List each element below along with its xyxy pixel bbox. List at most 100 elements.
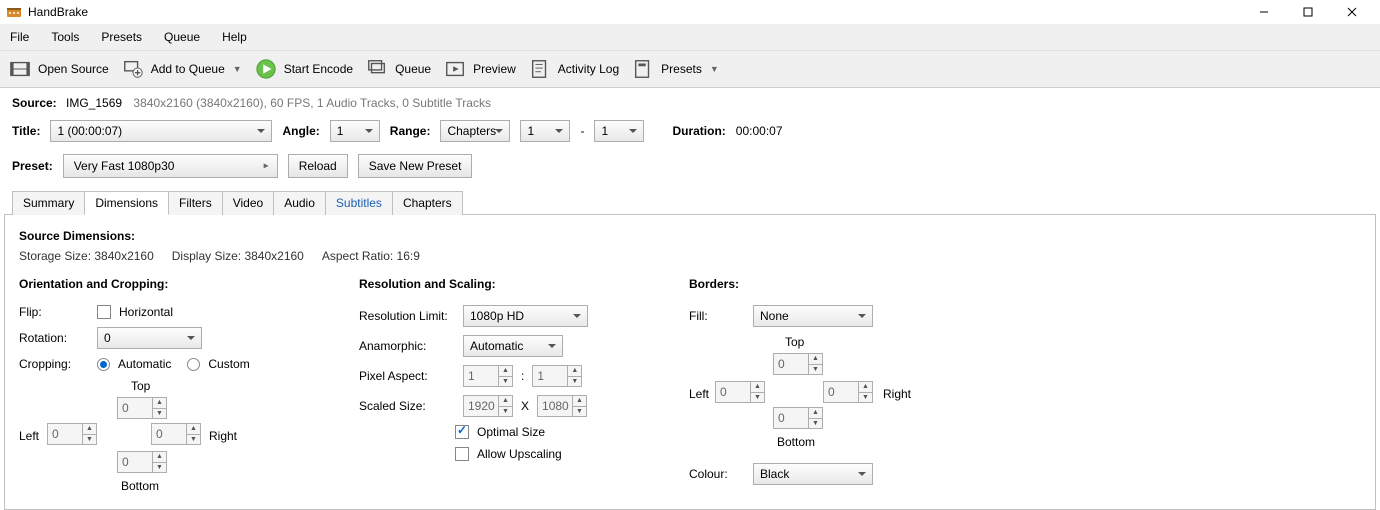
- crop-bottom-input[interactable]: 0▲▼: [117, 451, 167, 473]
- menu-tools[interactable]: Tools: [47, 28, 83, 46]
- border-right-input[interactable]: 0▲▼: [823, 381, 873, 403]
- scaled-sep: X: [521, 399, 529, 413]
- cropping-auto-radio[interactable]: [97, 358, 110, 371]
- preset-select[interactable]: Very Fast 1080p30▸: [63, 154, 278, 178]
- menu-presets[interactable]: Presets: [97, 28, 146, 46]
- angle-select[interactable]: 1: [330, 120, 380, 142]
- flip-checkbox[interactable]: [97, 305, 111, 319]
- source-label: Source:: [12, 96, 57, 110]
- range-from-select[interactable]: 1: [520, 120, 570, 142]
- cropping-custom-label: Custom: [208, 357, 249, 371]
- queue-label: Queue: [395, 62, 431, 76]
- border-left-label: Left: [689, 387, 709, 401]
- presets-icon: [631, 57, 655, 81]
- flip-label: Flip:: [19, 305, 89, 319]
- log-icon: [528, 57, 552, 81]
- fill-label: Fill:: [689, 309, 745, 323]
- preview-icon: [443, 57, 467, 81]
- colour-select[interactable]: Black: [753, 463, 873, 485]
- fill-select[interactable]: None: [753, 305, 873, 327]
- tab-subtitles[interactable]: Subtitles: [325, 191, 393, 215]
- start-encode-label: Start Encode: [284, 62, 353, 76]
- border-bottom-label: Bottom: [777, 435, 815, 449]
- toolbar: Open Source Add to Queue ▼ Start Encode …: [0, 51, 1380, 88]
- add-to-queue-button[interactable]: Add to Queue ▼: [121, 57, 242, 81]
- menu-queue[interactable]: Queue: [160, 28, 204, 46]
- add-queue-icon: [121, 57, 145, 81]
- border-left-input[interactable]: 0▲▼: [715, 381, 765, 403]
- cropping-auto-label: Automatic: [118, 357, 171, 371]
- open-source-button[interactable]: Open Source: [8, 57, 109, 81]
- pixel-aspect-label: Pixel Aspect:: [359, 369, 455, 383]
- rotation-label: Rotation:: [19, 331, 89, 345]
- pixel-aspect-x-input[interactable]: 1▲▼: [463, 365, 513, 387]
- presets-button[interactable]: Presets ▼: [631, 57, 719, 81]
- range-to-select[interactable]: 1: [594, 120, 644, 142]
- title-select[interactable]: 1 (00:00:07): [50, 120, 272, 142]
- display-size: Display Size: 3840x2160: [172, 249, 304, 263]
- range-mode-select[interactable]: Chapters: [440, 120, 510, 142]
- queue-icon: [365, 57, 389, 81]
- allow-upscaling-label: Allow Upscaling: [477, 447, 562, 461]
- queue-button[interactable]: Queue: [365, 57, 431, 81]
- orientation-header: Orientation and Cropping:: [19, 277, 279, 291]
- dimensions-panel: Source Dimensions: Storage Size: 3840x21…: [4, 214, 1376, 510]
- film-icon: [8, 57, 32, 81]
- preview-button[interactable]: Preview: [443, 57, 516, 81]
- scaled-height-input[interactable]: 1080▲▼: [537, 395, 587, 417]
- menu-file[interactable]: File: [6, 28, 33, 46]
- cropping-custom-radio[interactable]: [187, 358, 200, 371]
- maximize-button[interactable]: [1286, 1, 1330, 23]
- tab-audio[interactable]: Audio: [273, 191, 326, 215]
- cropping-label: Cropping:: [19, 357, 89, 371]
- tab-chapters[interactable]: Chapters: [392, 191, 463, 215]
- tab-strip: Summary Dimensions Filters Video Audio S…: [0, 190, 1380, 214]
- crop-top-label: Top: [131, 379, 150, 393]
- border-top-input[interactable]: 0▲▼: [773, 353, 823, 375]
- app-title: HandBrake: [28, 5, 1242, 19]
- play-icon: [254, 57, 278, 81]
- colour-label: Colour:: [689, 467, 745, 481]
- chevron-down-icon: ▼: [233, 64, 242, 74]
- minimize-button[interactable]: [1242, 1, 1286, 23]
- allow-upscaling-checkbox[interactable]: [455, 447, 469, 461]
- app-icon: [6, 4, 22, 20]
- crop-top-input[interactable]: 0▲▼: [117, 397, 167, 419]
- title-bar: HandBrake: [0, 0, 1380, 24]
- res-limit-label: Resolution Limit:: [359, 309, 455, 323]
- crop-right-input[interactable]: 0▲▼: [151, 423, 201, 445]
- title-row: Title: 1 (00:00:07) Angle: 1 Range: Chap…: [0, 114, 1380, 148]
- crop-left-label: Left: [19, 429, 39, 443]
- border-bottom-input[interactable]: 0▲▼: [773, 407, 823, 429]
- title-label: Title:: [12, 124, 40, 138]
- range-label: Range:: [390, 124, 431, 138]
- res-limit-select[interactable]: 1080p HD: [463, 305, 588, 327]
- anamorphic-select[interactable]: Automatic: [463, 335, 563, 357]
- activity-log-button[interactable]: Activity Log: [528, 57, 619, 81]
- tab-video[interactable]: Video: [222, 191, 274, 215]
- crop-left-input[interactable]: 0▲▼: [47, 423, 97, 445]
- rotation-select[interactable]: 0: [97, 327, 202, 349]
- tab-dimensions[interactable]: Dimensions: [84, 191, 169, 215]
- tab-summary[interactable]: Summary: [12, 191, 85, 215]
- borders-header: Borders:: [689, 277, 949, 291]
- duration-value: 00:00:07: [736, 124, 783, 138]
- source-name: IMG_1569: [66, 96, 122, 110]
- menu-help[interactable]: Help: [218, 28, 251, 46]
- presets-label: Presets: [661, 62, 702, 76]
- close-button[interactable]: [1330, 1, 1374, 23]
- scaled-width-input[interactable]: 1920▲▼: [463, 395, 513, 417]
- save-new-preset-button[interactable]: Save New Preset: [358, 154, 473, 178]
- reload-button[interactable]: Reload: [288, 154, 348, 178]
- source-details: 3840x2160 (3840x2160), 60 FPS, 1 Audio T…: [133, 96, 491, 110]
- preset-label: Preset:: [12, 159, 53, 173]
- border-right-label: Right: [883, 387, 911, 401]
- start-encode-button[interactable]: Start Encode: [254, 57, 353, 81]
- tab-filters[interactable]: Filters: [168, 191, 223, 215]
- scaled-size-label: Scaled Size:: [359, 399, 455, 413]
- pixel-aspect-y-input[interactable]: 1▲▼: [532, 365, 582, 387]
- chevron-down-icon: ▼: [710, 64, 719, 74]
- optimal-size-label: Optimal Size: [477, 425, 545, 439]
- crop-right-label: Right: [209, 429, 237, 443]
- optimal-size-checkbox[interactable]: [455, 425, 469, 439]
